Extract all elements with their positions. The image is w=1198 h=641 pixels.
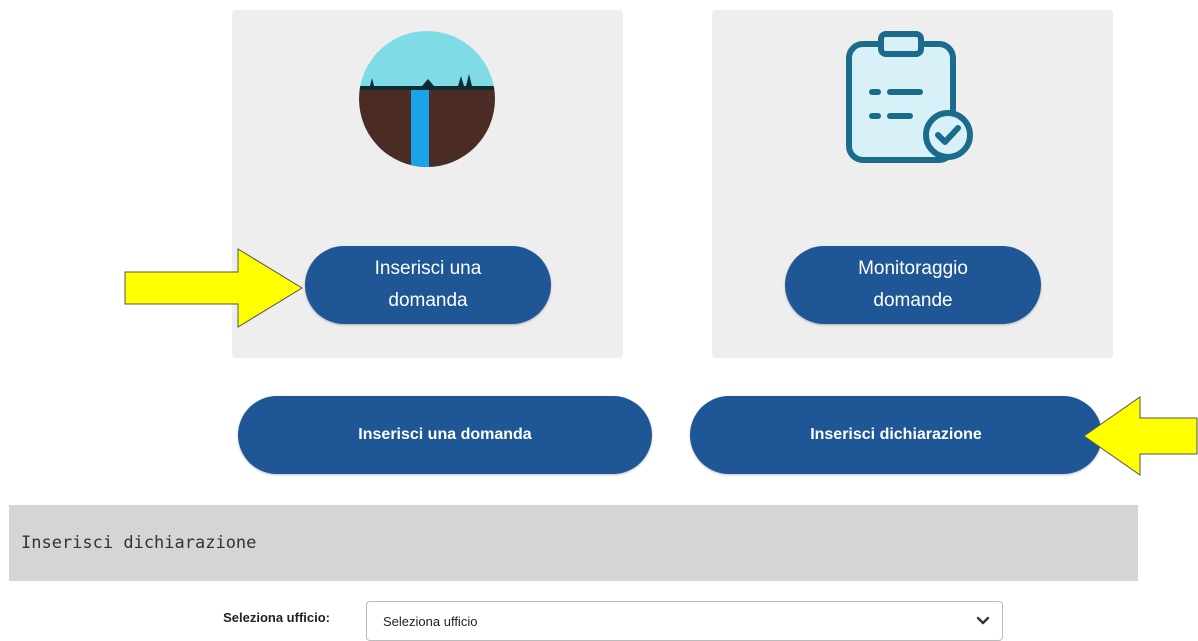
section-title: Inserisci dichiarazione <box>21 533 257 553</box>
insert-request-card-button-line1: Inserisci una <box>374 258 482 279</box>
arrow-right-icon <box>124 248 304 333</box>
arrow-left-icon <box>1082 396 1198 481</box>
monitor-requests-card-button-line2: domande <box>873 290 953 311</box>
office-select[interactable]: Seleziona ufficio <box>366 601 1003 641</box>
section-header: Inserisci dichiarazione <box>9 505 1138 581</box>
office-select-label: Seleziona ufficio: <box>223 610 330 625</box>
insert-request-card-button-line2: domanda <box>388 290 468 311</box>
chevron-down-icon <box>976 614 990 633</box>
insert-request-card-button[interactable]: Inserisci una domanda <box>305 246 551 324</box>
clipboard-check-icon <box>838 30 984 175</box>
monitor-requests-card-button-line1: Monitoraggio <box>858 258 968 279</box>
insert-declaration-button[interactable]: Inserisci dichiarazione <box>690 396 1102 474</box>
waterfall-icon <box>358 30 496 173</box>
monitor-requests-card-button[interactable]: Monitoraggio domande <box>785 246 1041 324</box>
office-select-value: Seleziona ufficio <box>383 613 478 629</box>
insert-request-button[interactable]: Inserisci una domanda <box>238 396 652 474</box>
